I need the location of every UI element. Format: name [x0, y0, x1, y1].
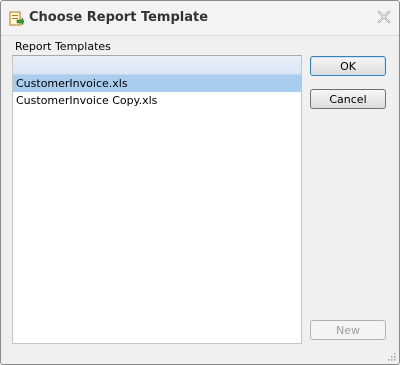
report-templates-label: Report Templates	[15, 40, 111, 53]
choose-report-template-dialog: Choose Report Template Report Templates …	[0, 0, 400, 365]
ok-button[interactable]: OK	[310, 56, 386, 76]
cancel-button[interactable]: Cancel	[310, 89, 386, 109]
report-template-icon	[8, 11, 25, 27]
title-bar: Choose Report Template	[1, 1, 399, 36]
list-header	[13, 56, 301, 75]
list-item[interactable]: CustomerInvoice Copy.xls	[13, 92, 301, 109]
report-templates-list[interactable]: CustomerInvoice.xls CustomerInvoice Copy…	[12, 55, 302, 344]
resize-grip-icon[interactable]	[386, 351, 396, 361]
list-item[interactable]: CustomerInvoice.xls	[13, 75, 301, 92]
dialog-title: Choose Report Template	[29, 10, 209, 25]
new-button: New	[310, 320, 386, 340]
close-icon[interactable]	[375, 9, 393, 25]
